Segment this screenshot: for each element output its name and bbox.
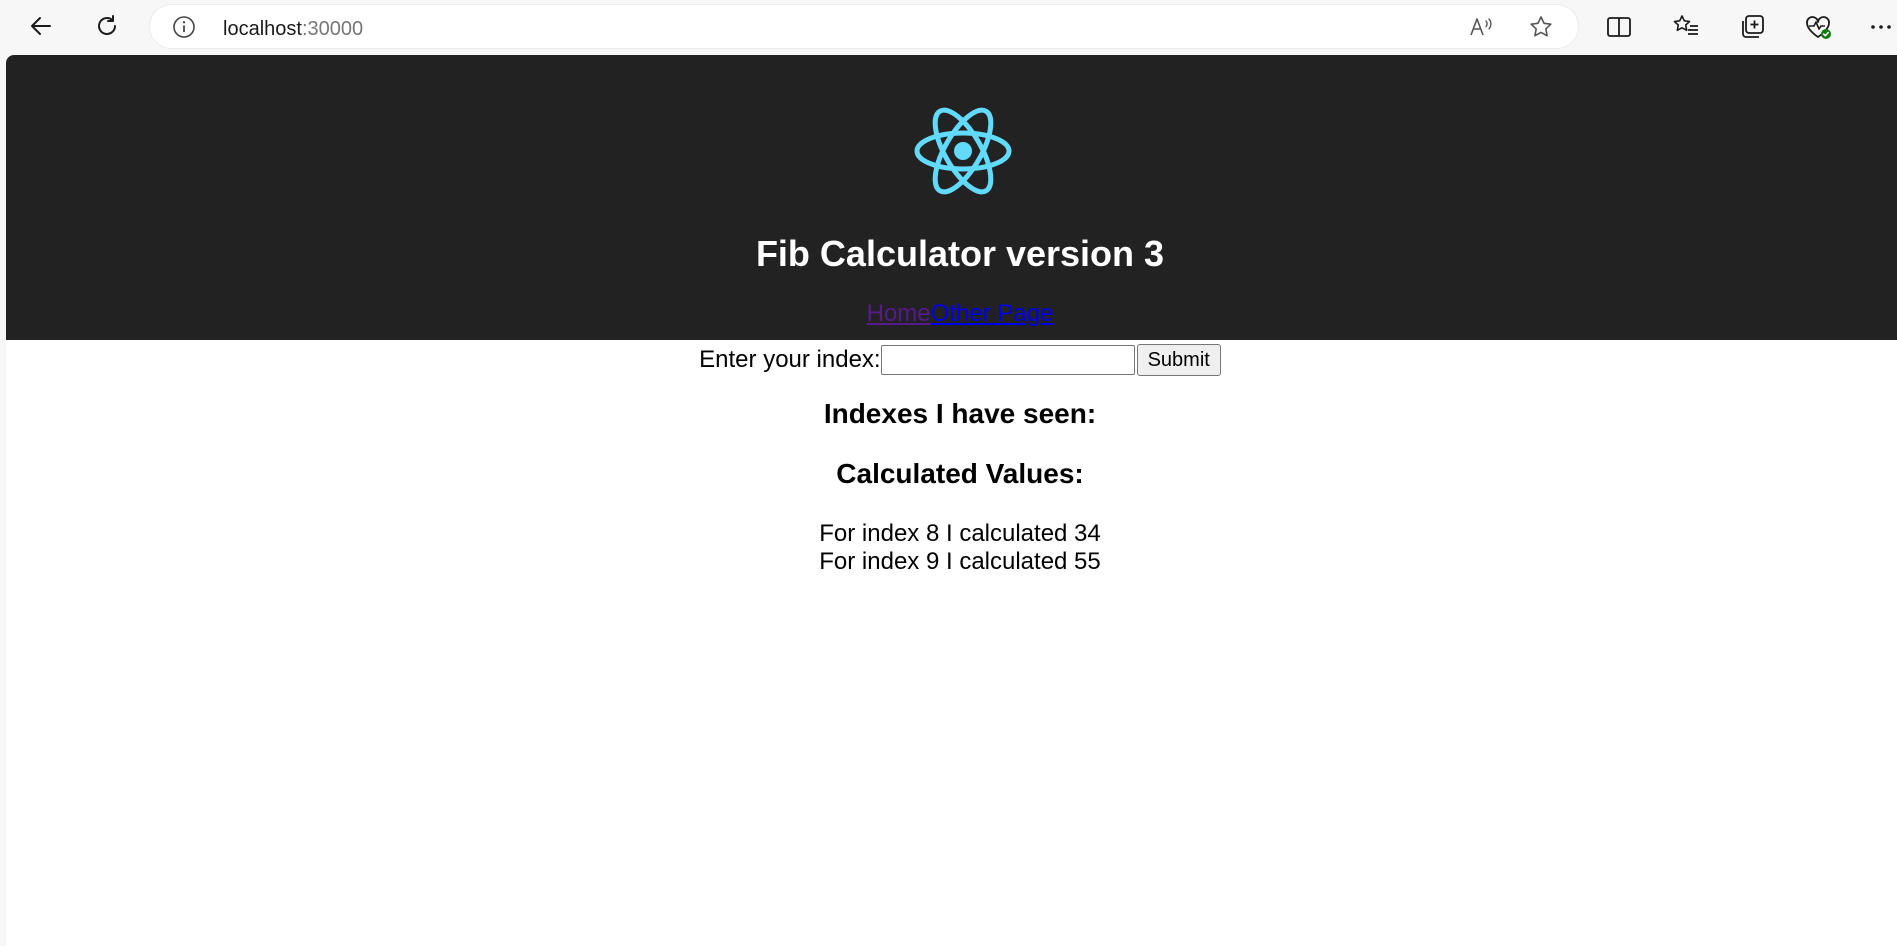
calculated-values-list: For index 8 I calculated 34 For index 9 … — [6, 520, 1897, 576]
address-bar[interactable]: localhost:30000 — [150, 5, 1578, 48]
star-icon[interactable] — [1528, 14, 1554, 40]
nav-links: HomeOther Page — [6, 300, 1897, 328]
url-text[interactable]: localhost:30000 — [223, 18, 363, 41]
submit-button[interactable]: Submit — [1136, 344, 1221, 376]
favorites-list-icon[interactable] — [1671, 12, 1701, 42]
read-aloud-icon[interactable] — [1468, 14, 1494, 40]
indexes-heading: Indexes I have seen: — [823, 398, 1097, 429]
heart-pulse-icon[interactable] — [1803, 12, 1833, 42]
more-icon[interactable] — [1866, 12, 1896, 42]
browser-toolbar: localhost:30000 — [0, 0, 1897, 55]
nav-link-other-page[interactable]: Other Page — [931, 300, 1054, 327]
url-port: :30000 — [301, 18, 364, 40]
list-item: For index 8 I calculated 34 — [819, 520, 1101, 547]
url-host: localhost — [223, 18, 302, 40]
nav-link-home[interactable]: Home — [867, 300, 931, 327]
app-header: Fib Calculator version 3 HomeOther Page — [6, 55, 1897, 340]
index-label: Enter your index: — [699, 346, 881, 373]
react-logo-icon — [909, 97, 1017, 205]
calculated-values-heading: Calculated Values: — [836, 458, 1084, 489]
refresh-icon[interactable] — [89, 8, 125, 44]
collections-icon[interactable] — [1737, 12, 1767, 42]
split-screen-icon[interactable] — [1604, 12, 1634, 42]
list-item: For index 9 I calculated 55 — [819, 548, 1101, 575]
info-icon[interactable] — [172, 15, 196, 39]
page-viewport: Fib Calculator version 3 HomeOther Page … — [6, 55, 1897, 946]
index-form: Enter your index: Submit — [6, 340, 1897, 380]
index-input[interactable] — [880, 345, 1135, 375]
back-arrow-icon[interactable] — [23, 8, 59, 44]
page-title: Fib Calculator version 3 — [755, 233, 1165, 274]
